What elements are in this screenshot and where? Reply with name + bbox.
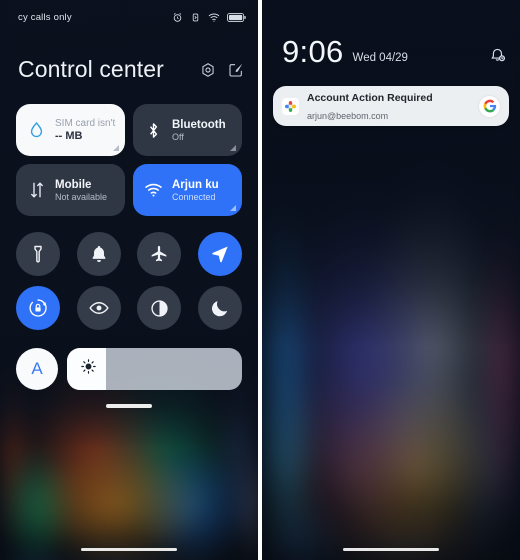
bluetooth-icon (144, 121, 163, 140)
toggle-airplane-mode[interactable] (137, 232, 182, 276)
tile-expand-corner[interactable] (230, 205, 236, 211)
notification-title: Account Action Required (307, 92, 433, 104)
control-center-panel: cy calls only Control center SIM card is… (0, 0, 258, 560)
alarm-icon (172, 12, 183, 23)
toggle-ringer[interactable] (76, 232, 121, 276)
contrast-icon (149, 298, 170, 319)
clock-date: Wed 04/29 (352, 52, 408, 64)
eye-icon (88, 297, 110, 319)
toggle-dark-mode[interactable] (137, 286, 182, 330)
toggle-do-not-disturb[interactable] (197, 286, 242, 330)
connectivity-tiles: SIM card isn't i -- MB Bluetooth Off Mob… (16, 104, 242, 216)
clock-time: 9:06 (282, 34, 344, 69)
notification-subtitle: arjun@beebom.com (307, 111, 389, 121)
moon-icon (210, 298, 230, 318)
tile-bluetooth[interactable]: Bluetooth Off (133, 104, 242, 156)
tile-subtitle: Off (172, 131, 184, 142)
status-bar: cy calls only (0, 0, 258, 34)
tile-expand-corner[interactable] (113, 145, 119, 151)
wifi-icon (208, 12, 220, 23)
data-drop-icon (27, 121, 46, 140)
tile-row-1: SIM card isn't i -- MB Bluetooth Off (16, 104, 242, 156)
bell-icon (89, 244, 109, 264)
toggle-reading-mode[interactable] (76, 286, 121, 330)
airplane-icon (149, 244, 169, 264)
tile-subtitle: Not available (55, 191, 108, 202)
quick-toggles (16, 232, 242, 330)
notification-text: Account Action Required arjun@beebom.com (307, 88, 471, 124)
play-services-icon (282, 97, 299, 115)
header-actions (200, 62, 244, 78)
bell-history-icon[interactable] (489, 46, 506, 63)
google-g-icon (479, 95, 500, 117)
tile-mobile-data[interactable]: SIM card isn't i -- MB (16, 104, 125, 156)
data-transfer-icon (27, 181, 46, 199)
notification-card[interactable]: Account Action Required arjun@beebom.com (273, 86, 509, 126)
toggle-auto-rotate[interactable] (16, 286, 60, 330)
tile-mobile-data-text: SIM card isn't i -- MB (55, 118, 117, 142)
status-icons (172, 12, 246, 23)
carrier-label: cy calls only (18, 11, 72, 23)
battery-icon (227, 12, 246, 23)
control-center-header: Control center (18, 56, 244, 83)
toggle-row-1 (16, 232, 242, 276)
vibrate-icon (190, 12, 201, 23)
tile-wifi[interactable]: Arjun ku Connected (133, 164, 242, 216)
page-title: Control center (18, 56, 164, 82)
notification-shade-panel: 9:06 Wed 04/29 Account Action Required a… (262, 0, 520, 560)
toggle-row-2 (16, 286, 242, 330)
home-indicator[interactable] (81, 547, 177, 551)
tile-title: Mobile (55, 178, 92, 191)
screenshot-stage: cy calls only Control center SIM card is… (0, 0, 520, 560)
toggle-flashlight[interactable] (16, 232, 60, 276)
tile-bluetooth-text: Bluetooth Off (172, 119, 226, 142)
gear-icon[interactable] (200, 62, 216, 78)
tile-subtitle: -- MB (55, 130, 83, 142)
edit-icon[interactable] (228, 62, 244, 78)
clock-row: 9:06 Wed 04/29 (282, 36, 506, 67)
auto-brightness-button[interactable]: A (16, 348, 58, 390)
toggle-location[interactable] (197, 232, 242, 276)
tile-title: SIM card isn't i (55, 118, 117, 129)
tile-row-2: Mobile Not available Arjun ku Connected (16, 164, 242, 216)
control-center-drag-handle[interactable] (106, 404, 152, 408)
tile-expand-corner[interactable] (230, 145, 236, 151)
brightness-slider[interactable] (67, 348, 242, 390)
tile-title: Arjun ku (172, 178, 219, 191)
location-arrow-icon (210, 244, 230, 264)
tile-mobile-network[interactable]: Mobile Not available (16, 164, 125, 216)
tile-subtitle: Connected (172, 191, 216, 202)
tile-title: Bluetooth (172, 118, 226, 131)
rotate-lock-icon (27, 297, 49, 319)
home-indicator[interactable] (343, 547, 439, 551)
tile-mobile-network-text: Mobile Not available (55, 179, 107, 202)
flashlight-icon (28, 244, 48, 264)
wifi-icon (144, 182, 163, 198)
brightness-row: A (16, 348, 242, 390)
sun-icon (80, 358, 97, 380)
tile-wifi-text: Arjun ku Connected (172, 179, 219, 202)
